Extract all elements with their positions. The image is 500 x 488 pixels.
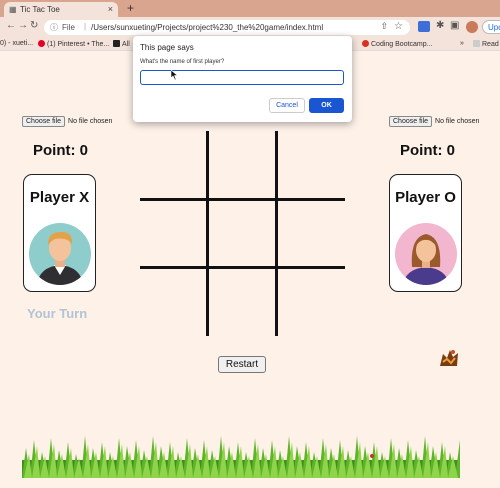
player-o-file-chooser: Choose file No file chosen [389, 116, 479, 127]
choose-file-button[interactable]: Choose file [22, 116, 66, 127]
extension-icon[interactable] [418, 21, 430, 32]
browser-toolbar: ← → ↻ ⓘ File | /Users/sunxueting/Project… [0, 17, 500, 37]
url-scheme-label: File [62, 22, 75, 32]
game-logo-icon [440, 350, 458, 366]
mouse-pointer-icon [171, 70, 179, 80]
prompt-dialog: This page says What's the name of first … [133, 36, 352, 122]
share-icon[interactable]: ⇧ [380, 21, 388, 32]
url-separator: | [84, 22, 87, 31]
board-cell[interactable] [140, 269, 208, 337]
bookmark-star-icon[interactable]: ☆ [394, 21, 403, 32]
bookmark-site-icon [362, 40, 369, 47]
tab-title: Tic Tac Toe [20, 5, 60, 14]
board-cell[interactable] [140, 131, 208, 199]
player-x-points: Point: 0 [33, 142, 88, 159]
sidebar-icon[interactable]: ▣ [450, 20, 459, 31]
reading-list-item[interactable]: Read [473, 40, 499, 48]
board-cell[interactable] [278, 269, 346, 337]
file-icon: ▦ [9, 5, 17, 14]
reload-icon[interactable]: ↻ [30, 20, 38, 31]
back-icon[interactable]: ← [6, 20, 16, 31]
update-button[interactable]: Upd [482, 20, 500, 34]
ok-button[interactable]: OK [309, 98, 344, 113]
bookmark-item[interactable]: Coding Bootcamp... [362, 40, 432, 48]
info-icon[interactable]: ⓘ [50, 22, 58, 33]
player-x-file-chooser: Choose file No file chosen [22, 116, 112, 127]
player-x-avatar[interactable] [29, 223, 91, 285]
bookmark-label: Read [482, 41, 499, 48]
profile-avatar-icon[interactable] [466, 21, 478, 33]
player-o-card: Player O [389, 174, 462, 292]
bookmark-label: Coding Bootcamp... [371, 41, 433, 48]
browser-tab-bar: ▦ Tic Tac Toe × + [0, 0, 500, 17]
board-cell[interactable] [278, 201, 346, 269]
female-avatar-icon [403, 234, 449, 285]
bookmark-item[interactable]: 0) - xueti... [0, 40, 33, 47]
file-status: No file chosen [68, 118, 113, 125]
close-tab-icon[interactable]: × [108, 4, 113, 14]
bookmark-site-icon [113, 40, 120, 47]
more-bookmarks-icon[interactable]: » [460, 40, 464, 47]
turn-indicator: Your Turn [27, 306, 88, 321]
board-cell[interactable] [209, 269, 277, 337]
bookmark-item[interactable]: (1) Pinterest • The... [38, 40, 109, 48]
board-cell[interactable] [209, 201, 277, 269]
url-text[interactable]: /Users/sunxueting/Projects/project%230_t… [91, 23, 323, 32]
extension-puzzle-icon[interactable]: ✱ [436, 20, 444, 31]
grass-decoration [22, 436, 460, 478]
cancel-button[interactable]: Cancel [269, 98, 305, 113]
dialog-message: What's the name of first player? [140, 59, 225, 65]
board-cell[interactable] [278, 131, 346, 199]
new-tab-button[interactable]: + [127, 1, 134, 15]
bookmark-label: (1) Pinterest • The... [47, 41, 110, 48]
player-x-name: Player X [29, 189, 90, 206]
board-cell[interactable] [140, 201, 208, 269]
player-o-points: Point: 0 [400, 142, 455, 159]
game-board [140, 131, 345, 336]
player-x-card: Player X [23, 174, 96, 292]
reading-list-icon [473, 40, 480, 47]
board-cell[interactable] [209, 131, 277, 199]
forward-icon[interactable]: → [18, 20, 28, 31]
file-status: No file chosen [435, 118, 480, 125]
address-bar[interactable]: ⓘ File | /Users/sunxueting/Projects/proj… [44, 20, 410, 35]
pinterest-icon [38, 40, 45, 47]
choose-file-button[interactable]: Choose file [389, 116, 433, 127]
bookmark-item[interactable]: All [113, 40, 130, 48]
male-avatar-icon [37, 231, 83, 285]
browser-tab[interactable]: ▦ Tic Tac Toe × [4, 2, 118, 17]
bookmark-label: All [122, 41, 130, 48]
player-o-name: Player O [395, 189, 456, 206]
dialog-title: This page says [140, 43, 194, 52]
bookmark-label: 0) - xueti... [0, 40, 34, 47]
player-o-avatar[interactable] [395, 223, 457, 285]
restart-button[interactable]: Restart [218, 356, 266, 373]
